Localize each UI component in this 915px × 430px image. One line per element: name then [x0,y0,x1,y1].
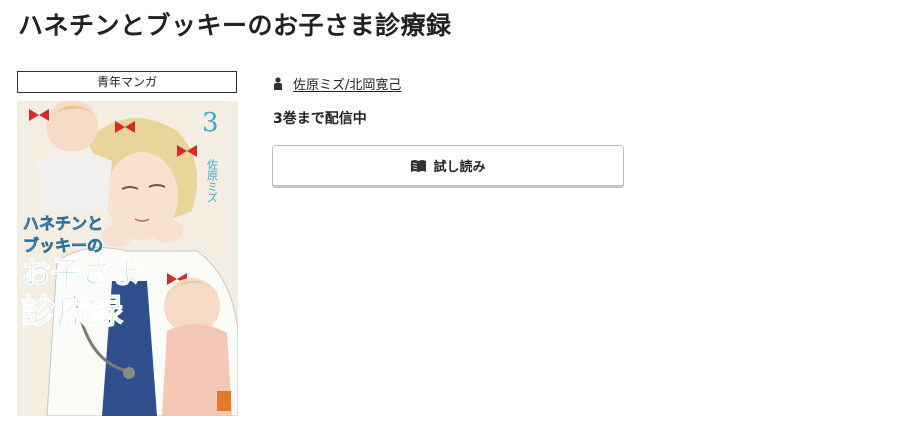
author-row: 佐原ミズ/北岡寛己 [273,71,401,95]
author-link[interactable]: 佐原ミズ/北岡寛己 [293,74,401,93]
cover-volume-number: 3 [202,108,219,138]
open-book-icon [411,159,427,172]
cover-title-line4: 診療録 [21,292,124,332]
cover-title-line2: ブッキーの [23,236,103,255]
title-detail-page: ハネチンとブッキーのお子さま診療録 青年マンガ 3 佐原ミズ ハネチンと ブッキ… [0,0,915,430]
volume-status: 3巻まで配信中 [273,111,367,127]
cover-illustration: 3 佐原ミズ ハネチンと ブッキーの お子さま 診療録 [17,101,238,416]
cover-image[interactable]: 3 佐原ミズ ハネチンと ブッキーの お子さま 診療録 [17,101,238,416]
page-title: ハネチンとブッキーのお子さま診療録 [18,11,452,40]
person-icon [274,76,282,90]
cover-title-line3: お子さま [21,256,141,291]
cover-title-line1: ハネチンと [23,214,103,233]
cover-author: 佐原ミズ [206,158,219,203]
trial-read-button[interactable]: 試し読み [272,145,624,186]
author-section: 佐原ミズ/北岡寛己 [273,71,401,95]
genre-badge[interactable]: 青年マンガ [17,71,237,93]
trial-read-label: 試し読み [433,160,486,175]
